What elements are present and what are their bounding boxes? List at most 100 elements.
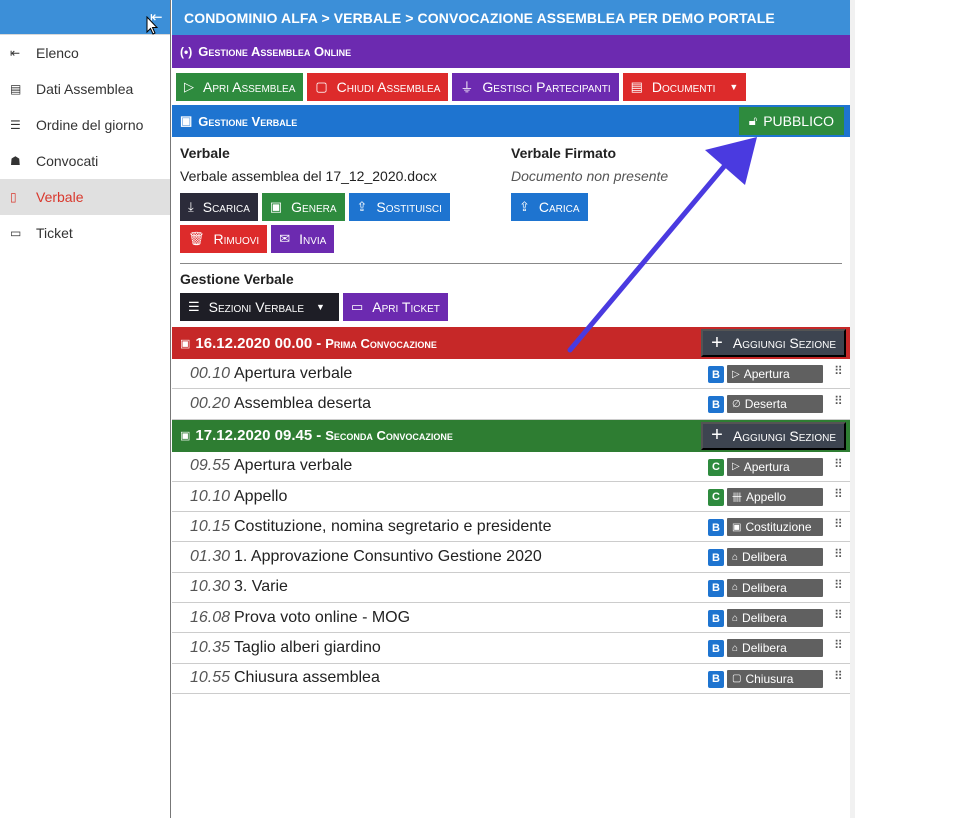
apri-assemblea-button[interactable]: ▷ Apri Assemblea (176, 72, 304, 101)
sidebar-item-convocati[interactable]: ☗ Convocati (0, 143, 170, 179)
assemblea-title: Gestione Assemblea Online (198, 44, 352, 59)
broadcast-icon: (•) (180, 44, 193, 59)
agenda-time: 10.30 (189, 578, 230, 596)
mouse-cursor-icon (146, 16, 158, 35)
row-badge: B (708, 366, 724, 383)
drag-handle-icon[interactable]: ⠿ (834, 457, 843, 471)
section-type-icon: ⌂ (732, 551, 739, 563)
agenda-title: Apertura verbale (234, 457, 353, 475)
convocazione-date: 16.12.2020 00.00 (195, 334, 313, 352)
agenda-title: Prova voto online - MOG (234, 608, 411, 626)
list-icon: ☰ (188, 299, 200, 314)
aggiungi-sezione-button[interactable]: + Aggiungi Sezione (701, 421, 846, 450)
agenda-time: 00.10 (189, 364, 230, 382)
drag-handle-icon[interactable]: ⠿ (834, 487, 843, 501)
documenti-dropdown-button[interactable]: ▤ Documenti ▼ (622, 72, 747, 101)
trash-icon: 🗑︎ (188, 231, 205, 246)
agenda-row[interactable]: 00.20 Assemblea deserta B ∅ Deserta ⠿ (172, 389, 850, 420)
convocazione-separator: - (316, 427, 322, 445)
sidebar-item-label: Convocati (36, 153, 99, 169)
agenda-row[interactable]: 16.08 Prova voto online - MOG B ⌂ Delibera ⠿ (172, 603, 850, 634)
section-type-tag[interactable]: 卌 Appello (727, 487, 823, 506)
row-badge: B (708, 579, 724, 597)
drag-handle-icon[interactable]: ⠿ (834, 578, 843, 592)
word-doc-icon: ▣ (180, 430, 191, 443)
gestisci-partecipanti-button[interactable]: ⏚ Gestisci Partecipanti (452, 72, 619, 101)
drag-handle-icon[interactable]: ⠿ (834, 608, 843, 622)
section-type-tag[interactable]: ⌂ Delibera (727, 578, 823, 597)
agenda-title: Chiusura assemblea (234, 669, 380, 687)
breadcrumb: CONDOMINIO ALFA > VERBALE > CONVOCAZIONE… (172, 0, 850, 35)
drag-handle-icon[interactable]: ⠿ (834, 669, 843, 683)
document-icon: ▯ (10, 190, 17, 204)
caret-down-icon: ▼ (729, 81, 739, 92)
sidebar-item-dati-assemblea[interactable]: ▤ Dati Assemblea (0, 71, 170, 107)
plus-icon: + (711, 424, 723, 447)
carica-button[interactable]: ⇪ Carica (511, 193, 588, 221)
sidebar-item-label: Ordine del giorno (36, 117, 144, 133)
verbale-actions-row2: 🗑︎ Rimuovi ✉ Invia (180, 225, 335, 253)
sidebar-item-ordine-del-giorno[interactable]: ☰ Ordine del giorno (0, 107, 170, 143)
scrollbar[interactable] (850, 0, 855, 818)
section-type-icon: ▣ (732, 521, 742, 533)
section-type-icon: ▢ (732, 673, 742, 685)
sidebar-item-verbale[interactable]: ▯ Verbale (0, 179, 170, 215)
agenda-row[interactable]: 10.15 Costituzione, nomina segretario e p… (172, 512, 850, 543)
agenda-row[interactable]: 10.10 Appello C 卌 Appello ⠿ (172, 482, 850, 513)
apri-ticket-button[interactable]: ▭ Apri Ticket (342, 293, 448, 321)
rimuovi-button[interactable]: 🗑︎ Rimuovi (180, 225, 268, 253)
row-badge: B (708, 549, 724, 567)
agenda-row[interactable]: 09.55 Apertura verbale C ▷ Apertura ⠿ (172, 452, 850, 482)
envelope-icon: ✉ (279, 231, 291, 246)
chiudi-assemblea-button[interactable]: ▢ Chiudi Assemblea (307, 72, 449, 101)
pdf-icon: ▤ (630, 78, 643, 94)
agenda-row[interactable]: 10.30 3. Varie B ⌂ Delibera ⠿ (172, 573, 850, 604)
genera-button[interactable]: ▣ Genera (261, 193, 345, 221)
agenda-row[interactable]: 10.35 Taglio alberi giardino B ⌂ Delibera ⠿ (172, 633, 850, 664)
word-doc-icon: ▣ (180, 337, 191, 350)
drag-handle-icon[interactable]: ⠿ (834, 547, 843, 561)
scarica-button[interactable]: ⤓ Scarica (180, 193, 258, 221)
section-type-tag[interactable]: ▢ Chiusura (727, 669, 823, 688)
pubblico-button[interactable]: 🔓︎ PUBBLICO (738, 107, 844, 135)
sostituisci-button[interactable]: ⇪ Sostituisci (348, 193, 450, 221)
verbale-section-header: ▣ Gestione Verbale 🔓︎ PUBBLICO (172, 105, 850, 137)
sezioni-verbale-dropdown[interactable]: ☰ Sezioni Verbale ▼ (180, 293, 339, 321)
sidebar-item-ticket[interactable]: ▭ Ticket (0, 215, 170, 251)
drag-handle-icon[interactable]: ⠿ (834, 517, 843, 531)
row-badge: C (708, 488, 724, 506)
agenda-row[interactable]: 01.30 1. Approvazione Consuntivo Gestione… (172, 542, 850, 573)
section-type-tag[interactable]: ▣ Costituzione (727, 518, 823, 537)
drag-handle-icon[interactable]: ⠿ (834, 394, 843, 408)
drag-handle-icon[interactable]: ⠿ (834, 364, 843, 378)
section-type-tag[interactable]: ∅ Deserta (727, 395, 823, 414)
drag-handle-icon[interactable]: ⠿ (834, 638, 843, 652)
verbale-firmato-value: Documento non presente (511, 168, 669, 184)
assemblea-toolbar: ▷ Apri Assemblea ▢ Chiudi Assemblea ⏚ Gesti… (172, 68, 850, 105)
convocazioni-list: ▣ 16.12.2020 00.00- Prima Convocazione + Agg… (172, 327, 850, 694)
sidebar-item-elenco[interactable]: ⇤ Elenco (0, 35, 170, 71)
section-type-tag[interactable]: ▷ Apertura (727, 457, 823, 476)
agenda-row[interactable]: 10.55 Chiusura assemblea B ▢ Chiusura ⠿ (172, 664, 850, 694)
section-type-tag[interactable]: ⌂ Delibera (727, 548, 823, 567)
agenda-time: 00.20 (189, 394, 230, 412)
verbale-body: Verbale Verbale assemblea del 17_12_2020… (172, 137, 850, 327)
section-type-tag[interactable]: ▷ Apertura (727, 365, 823, 383)
agenda-title: 3. Varie (234, 578, 288, 596)
section-type-icon: ⌂ (732, 582, 739, 594)
section-type-tag[interactable]: ⌂ Delibera (727, 639, 823, 658)
word-doc-icon: ▣ (269, 199, 283, 214)
section-type-tag[interactable]: ⌂ Delibera (727, 609, 823, 628)
agenda-title: Taglio alberi giardino (234, 639, 381, 657)
main-panel: CONDOMINIO ALFA > VERBALE > CONVOCAZIONE… (172, 0, 850, 818)
row-badge: B (708, 640, 724, 658)
upload-icon: ⇪ (519, 199, 530, 214)
verbale-actions-row1: ⤓ Scarica ▣ Genera ⇪ Sostituisci (180, 193, 450, 221)
sidebar-item-label: Elenco (36, 45, 79, 61)
verbale-title: Gestione Verbale (198, 113, 298, 129)
invia-button[interactable]: ✉ Invia (271, 225, 335, 253)
download-icon: ⤓ (188, 199, 194, 214)
agenda-row[interactable]: 00.10 Apertura verbale B ▷ Apertura ⠿ (172, 359, 850, 390)
section-type-icon: ▷ (732, 461, 740, 473)
aggiungi-sezione-button[interactable]: + Aggiungi Sezione (701, 329, 846, 357)
